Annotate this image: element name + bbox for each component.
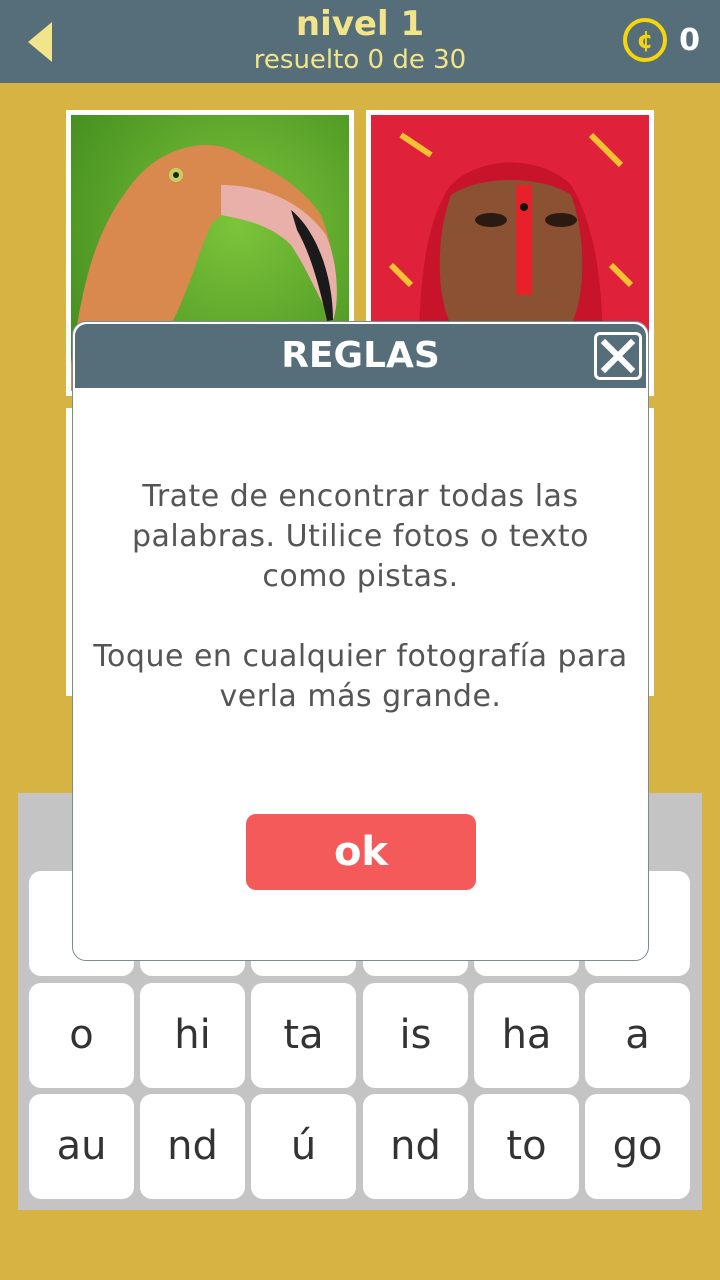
coin-count: 0	[679, 22, 700, 58]
rules-dialog: REGLAS Trate de encontrar todas las pala…	[72, 321, 649, 961]
ok-button[interactable]: ok	[246, 814, 476, 890]
key-r2c4[interactable]: is	[363, 983, 468, 1088]
key-r2c2[interactable]: hi	[140, 983, 245, 1088]
key-r2c6[interactable]: a	[585, 983, 690, 1088]
rules-paragraph-2: Toque en cualquier fotografía para verla…	[93, 639, 628, 714]
key-r2c5[interactable]: ha	[474, 983, 579, 1088]
top-bar: nivel 1 resuelto 0 de 30 ¢ 0	[0, 0, 720, 83]
key-r3c6[interactable]: go	[585, 1094, 690, 1199]
dialog-title: REGLAS	[281, 335, 440, 376]
level-progress: resuelto 0 de 30	[253, 45, 467, 75]
level-info: nivel 1 resuelto 0 de 30	[0, 4, 720, 76]
key-r3c5[interactable]: to	[474, 1094, 579, 1199]
dialog-header: REGLAS	[75, 324, 646, 388]
coin-counter[interactable]: ¢ 0	[623, 16, 700, 64]
level-title: nivel 1	[295, 4, 425, 44]
key-r3c3[interactable]: ú	[251, 1094, 356, 1199]
key-r3c2[interactable]: nd	[140, 1094, 245, 1199]
close-button[interactable]	[594, 332, 642, 380]
key-r3c1[interactable]: au	[29, 1094, 134, 1199]
coin-icon: ¢	[623, 18, 668, 62]
close-icon	[600, 338, 636, 374]
dialog-body: Trate de encontrar todas las palabras. U…	[93, 477, 628, 717]
key-r3c4[interactable]: nd	[363, 1094, 468, 1199]
key-r2c1[interactable]: o	[29, 983, 134, 1088]
rules-paragraph-1: Trate de encontrar todas las palabras. U…	[132, 479, 589, 594]
key-r2c3[interactable]: ta	[251, 983, 356, 1088]
